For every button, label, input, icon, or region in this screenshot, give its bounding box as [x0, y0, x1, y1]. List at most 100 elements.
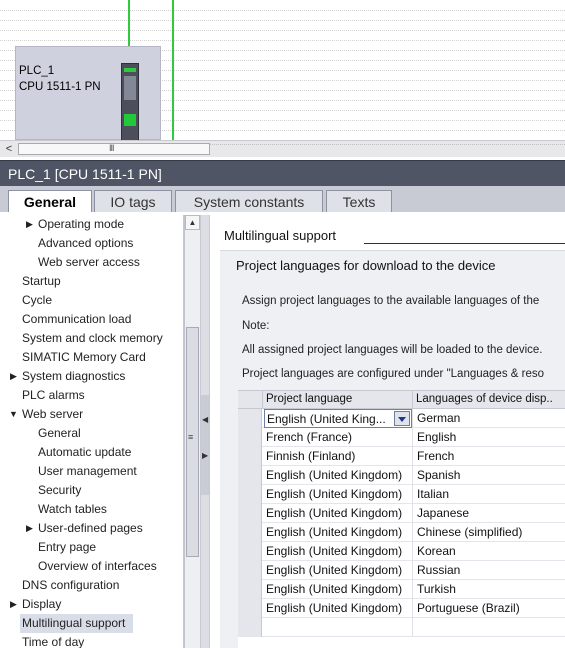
column-header-project-language[interactable]: Project language [266, 393, 352, 405]
nav-item-automatic-update[interactable]: Automatic update [38, 443, 131, 462]
row-header[interactable] [238, 504, 262, 523]
section-divider [364, 243, 565, 244]
row-header[interactable] [238, 409, 262, 428]
panel-splitter[interactable]: ◀ ▶ [200, 215, 210, 648]
project-language-cell[interactable]: English (United Kingdom) [264, 599, 412, 618]
project-language-dropdown[interactable]: English (United King... [264, 409, 412, 428]
dropdown-arrow-icon[interactable] [394, 411, 410, 426]
grid-line [0, 30, 565, 31]
project-language-cell[interactable]: English (United Kingdom) [264, 466, 412, 485]
nav-item-operating-mode[interactable]: Operating mode [38, 215, 124, 234]
module-display [124, 76, 136, 100]
info-text: All assigned project languages will be l… [242, 344, 543, 356]
nav-item-user-management[interactable]: User management [38, 462, 137, 481]
collapse-left-arrow-icon[interactable]: ◀ [202, 415, 208, 424]
nav-item-plc-alarms[interactable]: PLC alarms [22, 386, 85, 405]
project-language-cell[interactable]: English (United Kingdom) [264, 542, 412, 561]
expand-arrow-icon[interactable]: ▶ [26, 523, 33, 534]
expand-arrow-icon[interactable]: ▶ [10, 599, 17, 610]
nav-item-advanced-options[interactable]: Advanced options [38, 234, 133, 253]
table-row[interactable]: English (United Kingdom) Turkish [238, 580, 565, 599]
nav-item-watch-tables[interactable]: Watch tables [38, 500, 107, 519]
device-language-cell: Italian [412, 485, 565, 504]
nav-item-cycle[interactable]: Cycle [22, 291, 52, 310]
nav-item-system-clock-memory[interactable]: System and clock memory [22, 329, 163, 348]
row-header[interactable] [238, 466, 262, 485]
nav-item-system-diagnostics[interactable]: System diagnostics [22, 367, 125, 386]
table-row[interactable]: English (United Kingdom) Portuguese (Bra… [238, 599, 565, 618]
language-assignment-table[interactable]: Project language Languages of device dis… [238, 390, 565, 648]
expand-arrow-icon[interactable]: ▶ [10, 371, 17, 382]
nav-item-overview-interfaces[interactable]: Overview of interfaces [38, 557, 157, 576]
property-navigation-tree[interactable]: Operating mode ▶ Advanced options Web se… [0, 215, 184, 648]
project-language-cell[interactable]: English (United Kingdom) [264, 561, 412, 580]
nav-item-web-server-access[interactable]: Web server access [38, 253, 140, 272]
tab-general[interactable]: General [8, 190, 92, 214]
nav-item-communication-load[interactable]: Communication load [22, 310, 131, 329]
project-language-cell[interactable]: English (United Kingdom) [264, 485, 412, 504]
scrollbar-thumb[interactable]: ≡ [186, 327, 199, 557]
project-language-cell[interactable]: English (United Kingdom) [264, 523, 412, 542]
expand-arrow-icon[interactable]: ▶ [26, 219, 33, 230]
table-row[interactable]: French (France) English [238, 428, 565, 447]
row-header[interactable] [238, 447, 262, 466]
scroll-left-arrow-icon[interactable]: < [2, 142, 16, 156]
table-row[interactable]: English (United King... German [238, 409, 565, 428]
device-type: CPU 1511-1 PN [19, 81, 101, 93]
project-language-cell[interactable]: English (United Kingdom) [264, 504, 412, 523]
run-led-icon [124, 114, 136, 126]
grip-icon: ≡ [188, 432, 194, 442]
horizontal-scrollbar[interactable]: < III [0, 140, 565, 157]
nav-item-entry-page[interactable]: Entry page [38, 538, 96, 557]
expand-right-arrow-icon[interactable]: ▶ [202, 451, 208, 460]
row-header[interactable] [238, 485, 262, 504]
network-connection-line [172, 0, 174, 140]
project-language-cell[interactable] [264, 618, 412, 637]
nav-item-user-defined-pages[interactable]: User-defined pages [38, 519, 143, 538]
row-header[interactable] [238, 428, 262, 447]
info-text: Assign project languages to the availabl… [242, 295, 540, 307]
nav-item-security[interactable]: Security [38, 481, 81, 500]
column-separator [262, 391, 263, 409]
scroll-up-arrow-icon[interactable]: ▲ [185, 215, 200, 230]
splitter-handle[interactable] [201, 395, 209, 495]
row-header[interactable] [238, 599, 262, 618]
row-header[interactable] [238, 618, 262, 637]
column-header-device-language[interactable]: Languages of device disp.. [416, 393, 553, 405]
nav-item-web-server[interactable]: Web server [22, 405, 83, 424]
table-row[interactable]: Finnish (Finland) French [238, 447, 565, 466]
nav-item-dns-configuration[interactable]: DNS configuration [22, 576, 119, 595]
nav-item-web-general[interactable]: General [38, 424, 81, 443]
cpu-module-icon[interactable] [121, 63, 139, 140]
project-language-cell[interactable]: English (United Kingdom) [264, 580, 412, 599]
table-row[interactable]: English (United Kingdom) Korean [238, 542, 565, 561]
project-languages-panel: Project languages for download to the de… [220, 250, 565, 648]
nav-item-time-of-day[interactable]: Time of day [22, 633, 84, 648]
nav-item-simatic-memory-card[interactable]: SIMATIC Memory Card [22, 348, 146, 367]
row-header[interactable] [238, 542, 262, 561]
nav-vertical-scrollbar[interactable]: ▲ ≡ [184, 215, 200, 648]
row-header[interactable] [238, 580, 262, 599]
project-language-cell[interactable]: French (France) [264, 428, 412, 447]
nav-item-display[interactable]: Display [22, 595, 61, 614]
table-row[interactable] [238, 618, 565, 637]
network-view[interactable]: PLC_1 CPU 1511-1 PN [0, 0, 565, 140]
table-row[interactable]: English (United Kingdom) Italian [238, 485, 565, 504]
scrollbar-thumb[interactable]: III [18, 143, 210, 155]
tab-io-tags[interactable]: IO tags [94, 190, 172, 213]
table-row[interactable]: English (United Kingdom) Chinese (simpli… [238, 523, 565, 542]
row-header[interactable] [238, 561, 262, 580]
plc-device[interactable]: PLC_1 CPU 1511-1 PN [15, 46, 161, 140]
collapse-arrow-icon[interactable]: ▼ [9, 409, 18, 419]
table-row[interactable]: English (United Kingdom) Spanish [238, 466, 565, 485]
tab-system-constants[interactable]: System constants [175, 190, 323, 213]
nav-item-startup[interactable]: Startup [22, 272, 61, 291]
table-row[interactable]: English (United Kingdom) Russian [238, 561, 565, 580]
device-language-cell: English [412, 428, 565, 447]
row-header[interactable] [238, 523, 262, 542]
tab-texts[interactable]: Texts [326, 190, 392, 213]
table-header: Project language Languages of device dis… [238, 391, 565, 409]
table-row[interactable]: English (United Kingdom) Japanese [238, 504, 565, 523]
nav-item-multilingual-support[interactable]: Multilingual support [20, 614, 133, 633]
project-language-cell[interactable]: Finnish (Finland) [264, 447, 412, 466]
